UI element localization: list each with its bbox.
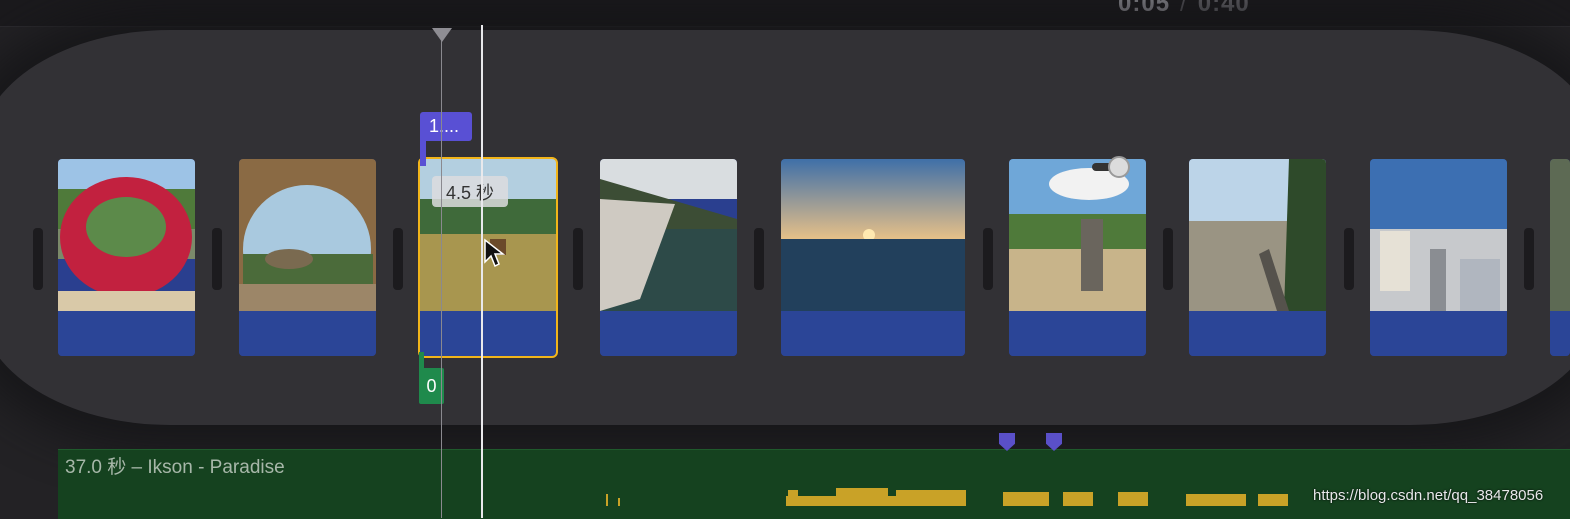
clip-thumbnail	[239, 159, 376, 311]
video-clip-9-partial[interactable]	[1550, 159, 1570, 356]
skimmer-line	[441, 28, 442, 518]
clip-thumbnail	[600, 159, 737, 311]
video-clip-5[interactable]	[781, 159, 965, 356]
title-marker[interactable]: 1....	[420, 112, 472, 141]
current-time: 0:05	[1118, 0, 1171, 17]
transition-handle[interactable]	[983, 228, 993, 290]
transition-handle[interactable]	[1524, 228, 1534, 290]
transition-handle[interactable]	[1344, 228, 1354, 290]
title-marker-stem	[420, 138, 426, 166]
transition-handle[interactable]	[212, 228, 222, 290]
clip-thumbnail	[1370, 159, 1507, 311]
music-track[interactable]: 37.0 秒 – Ikson - Paradise	[58, 449, 1570, 519]
video-clip-7[interactable]	[1189, 159, 1326, 356]
duration-tooltip: 4.5 秒	[432, 176, 508, 207]
clip-thumbnail	[781, 159, 965, 311]
transition-handle[interactable]	[1163, 228, 1173, 290]
clip-thumbnail	[58, 159, 195, 311]
total-time: 0:40	[1197, 0, 1250, 17]
skimmer-handle[interactable]	[432, 28, 452, 42]
watermark-text: https://blog.csdn.net/qq_38478056	[1313, 487, 1544, 504]
viewer-toolbar: 0:05 / 0:40	[0, 0, 1570, 27]
video-clip-1[interactable]	[58, 159, 195, 356]
clip-thumbnail	[1009, 159, 1146, 311]
transition-handle[interactable]	[393, 228, 403, 290]
video-clip-2[interactable]	[239, 159, 376, 356]
time-separator: /	[1180, 0, 1188, 17]
clip-adjust-handle[interactable]	[1108, 156, 1130, 178]
transition-handle[interactable]	[754, 228, 764, 290]
video-clip-4[interactable]	[600, 159, 737, 356]
playhead[interactable]	[481, 25, 483, 518]
timecode-display: 0:05 / 0:40	[1118, 0, 1250, 18]
title-marker-label: 1....	[429, 116, 460, 136]
transition-handle[interactable]	[33, 228, 43, 290]
mouse-pointer-icon	[484, 238, 505, 268]
video-clip-6[interactable]	[1009, 159, 1146, 356]
duration-tooltip-label: 4.5 秒	[445, 182, 495, 203]
transition-handle[interactable]	[573, 228, 583, 290]
clip-thumbnail	[1189, 159, 1326, 311]
audio-waveform	[606, 488, 1288, 506]
audio-marker-label: 0	[426, 375, 437, 396]
video-clip-8[interactable]	[1370, 159, 1507, 356]
